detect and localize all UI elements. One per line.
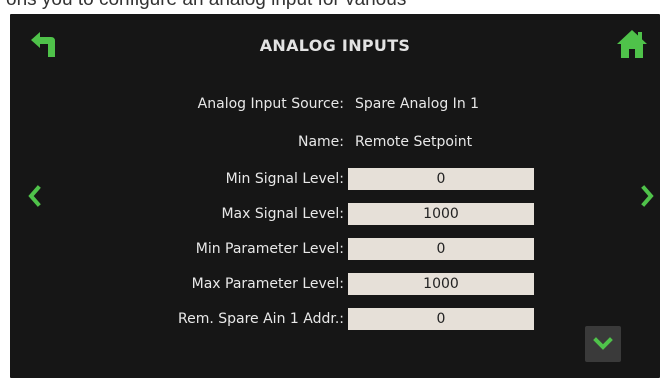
min-parameter-level-label: Min Parameter Level: bbox=[195, 241, 344, 257]
analog-input-source-label: Analog Input Source: bbox=[197, 96, 344, 112]
max-signal-level-row: Max Signal Level: 1000 bbox=[10, 202, 660, 226]
home-icon bbox=[617, 30, 647, 58]
page-title: ANALOG INPUTS bbox=[259, 36, 411, 55]
name-row: Name: Remote Setpoint bbox=[10, 130, 660, 154]
scroll-down-button[interactable] bbox=[585, 326, 621, 362]
rem-spare-ain-addr-label: Rem. Spare Ain 1 Addr.: bbox=[177, 311, 344, 327]
name-label: Name: bbox=[297, 134, 344, 150]
max-parameter-level-field[interactable]: 1000 bbox=[348, 273, 534, 295]
max-parameter-level-label: Max Parameter Level: bbox=[191, 276, 344, 292]
analog-input-source-value[interactable]: Spare Analog In 1 bbox=[355, 92, 479, 116]
rem-spare-ain-addr-field[interactable]: 0 bbox=[348, 308, 534, 330]
home-button[interactable] bbox=[614, 26, 650, 62]
max-signal-level-label: Max Signal Level: bbox=[221, 206, 344, 222]
min-signal-level-row: Min Signal Level: 0 bbox=[10, 167, 660, 191]
hmi-screen: ANALOG INPUTS Analog Input Source: Spare… bbox=[10, 14, 660, 378]
max-parameter-level-row: Max Parameter Level: 1000 bbox=[10, 272, 660, 296]
name-value[interactable]: Remote Setpoint bbox=[355, 130, 472, 154]
document-caption-text: ons you to configure an analog input for… bbox=[0, 0, 665, 12]
min-parameter-level-row: Min Parameter Level: 0 bbox=[10, 237, 660, 261]
min-signal-level-label: Min Signal Level: bbox=[225, 171, 344, 187]
chevron-down-icon bbox=[593, 337, 613, 350]
min-parameter-level-field[interactable]: 0 bbox=[348, 238, 534, 260]
min-signal-level-field[interactable]: 0 bbox=[348, 168, 534, 190]
rem-spare-ain-addr-row: Rem. Spare Ain 1 Addr.: 0 bbox=[10, 307, 660, 331]
max-signal-level-field[interactable]: 1000 bbox=[348, 203, 534, 225]
analog-input-source-row: Analog Input Source: Spare Analog In 1 bbox=[10, 92, 660, 116]
